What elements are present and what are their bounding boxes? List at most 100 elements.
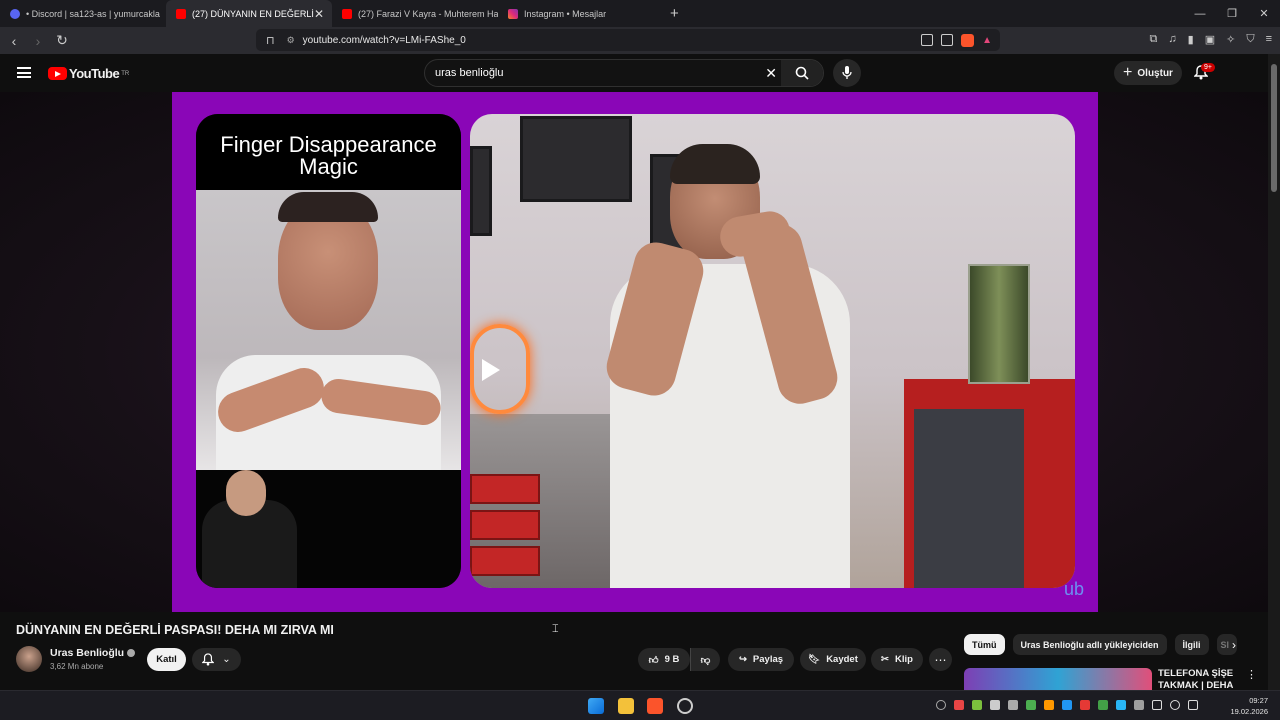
youtube-play-icon bbox=[48, 67, 67, 80]
search-box[interactable]: uras benlioğlu ✕ bbox=[424, 59, 824, 87]
site-info-icon[interactable]: ⚙ bbox=[287, 35, 295, 46]
region-code: TR bbox=[121, 70, 130, 77]
clip-button[interactable]: ✂ Klip bbox=[871, 648, 923, 671]
tab-title: (27) DÜNYANIN EN DEĞERLİ bbox=[192, 8, 314, 19]
address-bar-row: ‹ › ↻ ⊓ ⚙ youtube.com/watch?v=LMi-FAShe_… bbox=[0, 27, 1280, 54]
more-vert-icon[interactable]: ⋮ bbox=[1246, 668, 1257, 681]
video-player[interactable]: Finger Disappearance Magic ub bbox=[0, 92, 1268, 612]
tray-app-icon[interactable] bbox=[1008, 700, 1018, 710]
channel-avatar[interactable] bbox=[16, 646, 42, 672]
forward-icon[interactable]: › bbox=[28, 33, 48, 49]
chip-related[interactable]: İlgili bbox=[1174, 634, 1209, 655]
related-video-title[interactable]: TELEFONA ŞİŞE TAKMAK | DEHA bbox=[1158, 668, 1248, 692]
voice-search-button[interactable] bbox=[833, 59, 861, 87]
neon-sign-shape bbox=[470, 324, 530, 414]
dislike-button[interactable]: 👎︎ bbox=[690, 648, 720, 671]
brave-shields-icon[interactable] bbox=[961, 33, 975, 47]
like-button[interactable]: 👍︎ 9 B bbox=[638, 648, 690, 671]
tray-app-icon[interactable] bbox=[990, 700, 1000, 710]
url-field[interactable]: ⊓ ⚙ youtube.com/watch?v=LMi-FAShe_0 ▲ bbox=[256, 29, 1000, 51]
windows-start-icon[interactable] bbox=[588, 698, 604, 714]
video-frame: Finger Disappearance Magic ub bbox=[172, 92, 1098, 612]
save-button[interactable]: 🔖︎ Kaydet bbox=[800, 648, 866, 671]
tray-app-icon[interactable] bbox=[1116, 700, 1126, 710]
menu-icon[interactable]: ≡ bbox=[1266, 33, 1272, 46]
sidebar-icon[interactable]: ▮ bbox=[1188, 33, 1194, 46]
more-actions-button[interactable]: ⋯ bbox=[929, 648, 952, 671]
network-icon[interactable] bbox=[1152, 700, 1162, 710]
app-icon[interactable] bbox=[677, 698, 693, 714]
tool-cabinet-shape bbox=[904, 379, 1075, 588]
clear-search-icon[interactable]: ✕ bbox=[765, 65, 777, 82]
vpn-icon[interactable]: ⛉ bbox=[1246, 33, 1254, 46]
share-button[interactable]: ↪ Paylaş bbox=[728, 648, 794, 671]
close-tab-icon[interactable]: ✕ bbox=[314, 7, 324, 21]
tray-app-icon[interactable] bbox=[1044, 700, 1054, 710]
media-icon[interactable]: ♫ bbox=[1168, 33, 1176, 46]
jar-shape bbox=[968, 264, 1030, 384]
search-input[interactable]: uras benlioğlu bbox=[435, 67, 504, 79]
thumbs-down-icon: 👎︎ bbox=[700, 654, 711, 666]
bookmark-icon[interactable]: ⊓ bbox=[266, 34, 275, 47]
more-icon: ⋯ bbox=[934, 652, 947, 667]
youtube-icon bbox=[342, 8, 352, 19]
new-tab-button[interactable]: + bbox=[670, 5, 679, 22]
related-video-thumbnail[interactable] bbox=[964, 668, 1152, 690]
cast-icon[interactable] bbox=[921, 34, 934, 46]
discord-icon bbox=[10, 8, 20, 19]
url-actions: ▲ bbox=[921, 33, 992, 47]
tray-app-icon[interactable] bbox=[1062, 700, 1072, 710]
tray-app-icon[interactable] bbox=[1098, 700, 1108, 710]
file-explorer-icon[interactable] bbox=[618, 698, 634, 714]
restore-icon[interactable]: ❐ bbox=[1216, 7, 1248, 20]
hamburger-menu-icon[interactable] bbox=[17, 67, 31, 78]
volume-icon[interactable] bbox=[1170, 700, 1180, 710]
tray-app-icon[interactable] bbox=[954, 700, 964, 710]
create-button[interactable]: + Oluştur bbox=[1114, 61, 1182, 85]
tab-youtube-farazi[interactable]: (27) Farazi V Kayra - Muhterem Haya bbox=[332, 0, 498, 27]
hair-shape bbox=[278, 192, 378, 222]
page-scrollbar[interactable] bbox=[1268, 54, 1280, 690]
scrollbar-thumb[interactable] bbox=[1271, 64, 1277, 192]
battery-icon[interactable] bbox=[1188, 700, 1198, 710]
tray-app-icon[interactable] bbox=[1026, 700, 1036, 710]
brave-rewards-icon[interactable]: ▲ bbox=[982, 35, 992, 46]
channel-name[interactable]: Uras Benlioğlu bbox=[50, 647, 136, 659]
leo-ai-icon[interactable]: ✧ bbox=[1226, 33, 1235, 46]
tab-instagram[interactable]: Instagram • Mesajlar bbox=[498, 0, 664, 27]
system-clock[interactable]: 09:27 19.02.2026 bbox=[1230, 695, 1268, 717]
tray-app-icon[interactable] bbox=[972, 700, 982, 710]
youtube-logo[interactable]: YouTube TR bbox=[48, 66, 129, 81]
search-button[interactable] bbox=[781, 60, 823, 86]
left-inset-video: Finger Disappearance Magic bbox=[196, 114, 461, 588]
tab-youtube-active[interactable]: (27) DÜNYANIN EN DEĞERLİ ✕ bbox=[166, 0, 332, 27]
clock-time: 09:27 bbox=[1249, 696, 1268, 705]
tray-app-icon[interactable] bbox=[1134, 700, 1144, 710]
tab-title: • Discord | sa123-as | yumurcakla bbox=[26, 8, 160, 19]
chip-all[interactable]: Tümü bbox=[964, 634, 1005, 655]
close-window-icon[interactable]: ✕ bbox=[1248, 7, 1280, 20]
back-icon[interactable]: ‹ bbox=[4, 33, 24, 49]
related-filter-chips: Tümü Uras Benlioğlu adlı yükleyiciden İl… bbox=[964, 634, 1237, 655]
channel-watermark[interactable]: ub bbox=[1064, 579, 1084, 600]
tray-app-icon[interactable] bbox=[1080, 700, 1090, 710]
clock-date: 19.02.2026 bbox=[1230, 707, 1268, 716]
share-icon[interactable] bbox=[941, 34, 954, 46]
tray-app-icon[interactable] bbox=[936, 700, 946, 710]
screenshot-icon[interactable]: ⧉ bbox=[1150, 33, 1158, 46]
join-button[interactable]: Katıl bbox=[147, 648, 186, 671]
microphone-icon bbox=[842, 66, 852, 79]
drawer-shape bbox=[470, 546, 540, 576]
subscription-bell-button[interactable]: ⌄ bbox=[192, 648, 241, 671]
minimize-icon[interactable]: — bbox=[1184, 8, 1216, 20]
bell-icon bbox=[202, 653, 215, 666]
tab-discord[interactable]: • Discord | sa123-as | yumurcakla bbox=[0, 0, 166, 27]
chevron-right-icon[interactable]: › bbox=[1232, 638, 1236, 652]
search-icon bbox=[795, 66, 809, 80]
wallet-icon[interactable]: ▣ bbox=[1205, 33, 1215, 46]
chip-from-uploader[interactable]: Uras Benlioğlu adlı yükleyiciden bbox=[1012, 634, 1167, 655]
reload-icon[interactable]: ↻ bbox=[52, 32, 72, 49]
brave-browser-icon[interactable] bbox=[647, 698, 663, 714]
system-tray bbox=[936, 700, 1198, 710]
channel-name-text: Uras Benlioğlu bbox=[50, 647, 125, 659]
